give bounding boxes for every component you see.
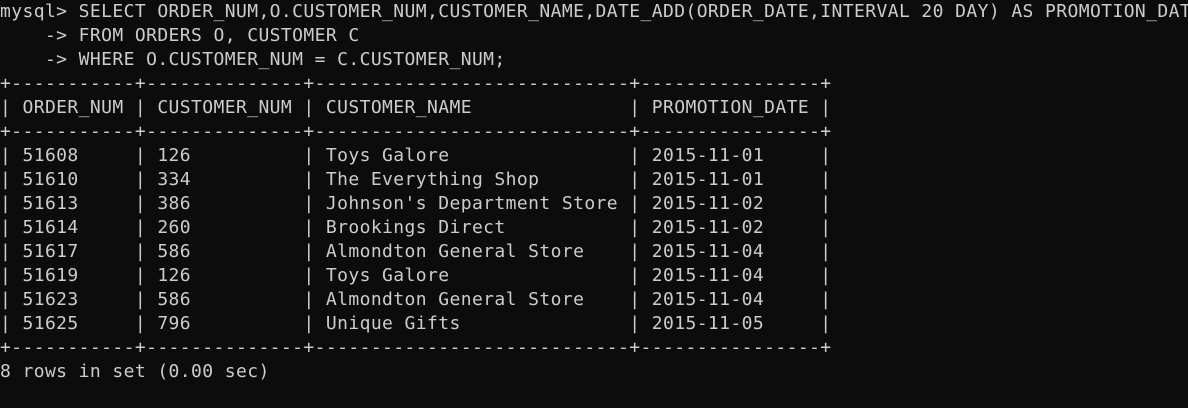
table-row: | 51617 | 586 | Almondton General Store …: [0, 241, 832, 262]
query-line-where: -> WHERE O.CUSTOMER_NUM = C.CUSTOMER_NUM…: [0, 49, 506, 70]
table-row: | 51613 | 386 | Johnson's Department Sto…: [0, 193, 832, 214]
terminal-window[interactable]: mysql> SELECT ORDER_NUM,O.CUSTOMER_NUM,C…: [0, 0, 1188, 401]
prompt-line[interactable]: [0, 384, 1188, 408]
table-row: | 51619 | 126 | Toys Galore | 2015-11-04…: [0, 265, 832, 286]
query-line-from: -> FROM ORDERS O, CUSTOMER C: [0, 25, 360, 46]
table-row: | 51614 | 260 | Brookings Direct | 2015-…: [0, 217, 832, 238]
table-row: | 51623 | 586 | Almondton General Store …: [0, 289, 832, 310]
table-header-row: | ORDER_NUM | CUSTOMER_NUM | CUSTOMER_NA…: [0, 97, 832, 118]
table-row: | 51608 | 126 | Toys Galore | 2015-11-01…: [0, 145, 832, 166]
table-border-bottom: +-----------+--------------+------------…: [0, 337, 832, 358]
table-border-header: +-----------+--------------+------------…: [0, 121, 832, 142]
result-summary: 8 rows in set (0.00 sec): [0, 361, 270, 382]
query-line-select: mysql> SELECT ORDER_NUM,O.CUSTOMER_NUM,C…: [0, 1, 1188, 22]
table-border-top: +-----------+--------------+------------…: [0, 73, 832, 94]
table-row: | 51625 | 796 | Unique Gifts | 2015-11-0…: [0, 313, 832, 334]
table-row: | 51610 | 334 | The Everything Shop | 20…: [0, 169, 832, 190]
